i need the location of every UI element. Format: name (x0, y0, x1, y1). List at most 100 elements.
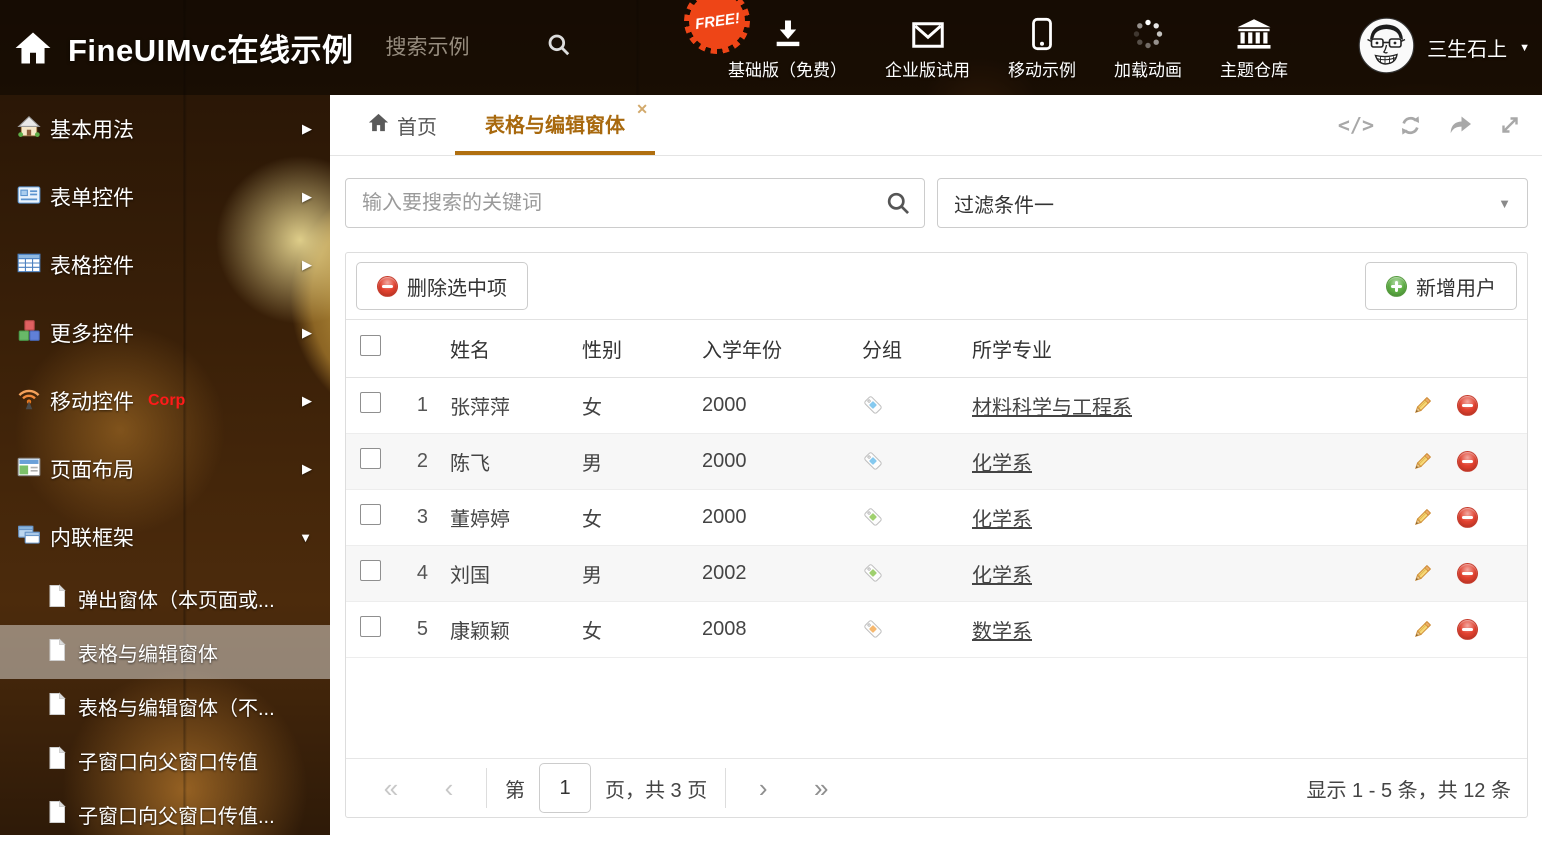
delete-selected-button[interactable]: 删除选中项 (356, 262, 528, 310)
last-page-icon[interactable]: » (792, 775, 850, 801)
sidebar-subitem-grid-edit-window[interactable]: 表格与编辑窗体 (0, 625, 330, 679)
pagination-bar: « ‹ 第 页，共 3 页 › » 显示 1 - 5 条，共 12 条 (346, 758, 1527, 817)
page-label-prefix: 第 (505, 774, 525, 803)
tag-icon[interactable] (862, 506, 972, 529)
search-icon[interactable] (885, 190, 912, 222)
chevron-down-icon: ▼ (1498, 196, 1511, 211)
table-row[interactable]: 3 董婷婷 女 2000 化学系 (346, 490, 1527, 546)
share-icon[interactable] (1447, 113, 1474, 137)
row-checkbox[interactable] (360, 616, 381, 637)
row-checkbox[interactable] (360, 560, 381, 581)
mobile-icon (1031, 15, 1053, 51)
sidebar-subitem-grid-edit-window-2[interactable]: 表格与编辑窗体（不... (0, 679, 330, 733)
nav-theme-repo[interactable]: 主题仓库 (1220, 15, 1288, 81)
major-link[interactable]: 材料科学与工程系 (972, 397, 1132, 419)
frames-icon (16, 522, 42, 553)
file-icon (46, 692, 68, 721)
free-badge-text: FREE! (694, 9, 741, 32)
sidebar-item-basic-usage[interactable]: 基本用法 ▶ (0, 95, 330, 163)
delete-icon[interactable] (1457, 395, 1515, 416)
prev-page-icon[interactable]: ‹ (420, 775, 478, 801)
add-user-button[interactable]: 新增用户 (1365, 262, 1517, 310)
sidebar-item-form-controls[interactable]: 表单控件 ▶ (0, 163, 330, 231)
corp-badge: Corp (148, 392, 185, 410)
table-row[interactable]: 5 康颖颖 女 2008 数学系 (346, 602, 1527, 658)
envelope-icon (910, 15, 946, 51)
row-number: 2 (406, 450, 450, 473)
tag-icon[interactable] (862, 450, 972, 473)
row-checkbox[interactable] (360, 504, 381, 525)
filter-dropdown[interactable]: 过滤条件一 ▼ (937, 178, 1528, 228)
sidebar-item-page-layout[interactable]: 页面布局 ▶ (0, 435, 330, 503)
sidebar-item-more-controls[interactable]: 更多控件 ▶ (0, 299, 330, 367)
sidebar-item-mobile-controls[interactable]: 移动控件 Corp ▶ (0, 367, 330, 435)
major-link[interactable]: 化学系 (972, 509, 1032, 531)
nav-mobile-demo[interactable]: 移动示例 (1008, 15, 1076, 81)
delete-icon[interactable] (1457, 507, 1515, 528)
first-page-icon[interactable]: « (362, 775, 420, 801)
chevron-right-icon: ▶ (302, 461, 312, 477)
filter-dropdown-value: 过滤条件一 (954, 189, 1054, 218)
refresh-icon[interactable] (1398, 113, 1423, 138)
edit-icon[interactable] (1411, 563, 1457, 585)
edit-icon[interactable] (1411, 507, 1457, 529)
column-header-name: 姓名 (450, 334, 582, 363)
row-checkbox[interactable] (360, 448, 381, 469)
sidebar-subitem-label: 弹出窗体（本页面或... (78, 584, 275, 613)
close-icon[interactable]: ✕ (636, 101, 648, 118)
major-link[interactable]: 化学系 (972, 565, 1032, 587)
house-icon (16, 114, 42, 145)
tag-icon[interactable] (862, 562, 972, 585)
expand-icon[interactable] (1498, 113, 1522, 137)
tab-home[interactable]: 首页 (360, 95, 445, 155)
main-content: 首页 表格与编辑窗体 ✕ </> 过滤条件一 ▼ (330, 95, 1542, 835)
column-header-group: 分组 (862, 334, 972, 363)
delete-icon[interactable] (1457, 451, 1515, 472)
select-all-checkbox[interactable] (360, 335, 381, 356)
keyword-search-box[interactable] (345, 178, 925, 228)
chevron-down-icon: ▼ (299, 530, 312, 545)
table-row[interactable]: 1 张萍萍 女 2000 材料科学与工程系 (346, 378, 1527, 434)
row-checkbox[interactable] (360, 392, 381, 413)
add-button-label: 新增用户 (1416, 272, 1496, 301)
home-icon[interactable] (14, 29, 52, 67)
header-search[interactable] (384, 32, 572, 63)
delete-icon[interactable] (1457, 619, 1515, 640)
edit-icon[interactable] (1411, 451, 1457, 473)
table-row[interactable]: 2 陈飞 男 2000 化学系 (346, 434, 1527, 490)
table-header: 姓名 性别 入学年份 分组 所学专业 (346, 319, 1527, 378)
header-search-input[interactable] (384, 35, 538, 61)
row-number: 1 (406, 394, 450, 417)
major-link[interactable]: 数学系 (972, 621, 1032, 643)
sidebar-subitem-child-to-parent[interactable]: 子窗口向父窗口传值 (0, 733, 330, 787)
nav-label: 基础版（免费） (728, 56, 847, 81)
nav-enterprise-trial[interactable]: 企业版试用 (885, 15, 970, 81)
cell-name: 刘国 (450, 559, 582, 588)
radar-icon (16, 386, 42, 417)
tag-icon[interactable] (862, 618, 972, 641)
code-icon[interactable]: </> (1338, 113, 1374, 137)
sidebar-item-label: 更多控件 (50, 318, 134, 348)
tag-icon[interactable] (862, 394, 972, 417)
sidebar-subitem-popup-window[interactable]: 弹出窗体（本页面或... (0, 571, 330, 625)
user-menu[interactable]: 三生石上 ▼ (1358, 0, 1530, 95)
keyword-search-input[interactable] (345, 178, 925, 228)
sidebar-subitem-label: 表格与编辑窗体（不... (78, 692, 275, 721)
nav-loading-animations[interactable]: 加载动画 (1114, 15, 1182, 81)
edit-icon[interactable] (1411, 619, 1457, 641)
table-row[interactable]: 4 刘国 男 2002 化学系 (346, 546, 1527, 602)
download-icon (771, 15, 805, 51)
sidebar-subitem-child-to-parent-2[interactable]: 子窗口向父窗口传值... (0, 787, 330, 841)
header-nav: 基础版（免费） 企业版试用 移动示例 加载动画 (728, 0, 1288, 95)
major-link[interactable]: 化学系 (972, 453, 1032, 475)
chevron-right-icon: ▶ (302, 189, 312, 205)
page-number-input[interactable] (539, 763, 591, 813)
delete-icon[interactable] (1457, 563, 1515, 584)
edit-icon[interactable] (1411, 395, 1457, 417)
next-page-icon[interactable]: › (734, 775, 792, 801)
sidebar-item-inline-frames[interactable]: 内联框架 ▼ (0, 503, 330, 571)
search-icon[interactable] (546, 32, 572, 63)
sidebar-item-grid-controls[interactable]: 表格控件 ▶ (0, 231, 330, 299)
cell-year: 2002 (702, 562, 862, 585)
tab-grid-edit-window[interactable]: 表格与编辑窗体 ✕ (455, 95, 655, 155)
